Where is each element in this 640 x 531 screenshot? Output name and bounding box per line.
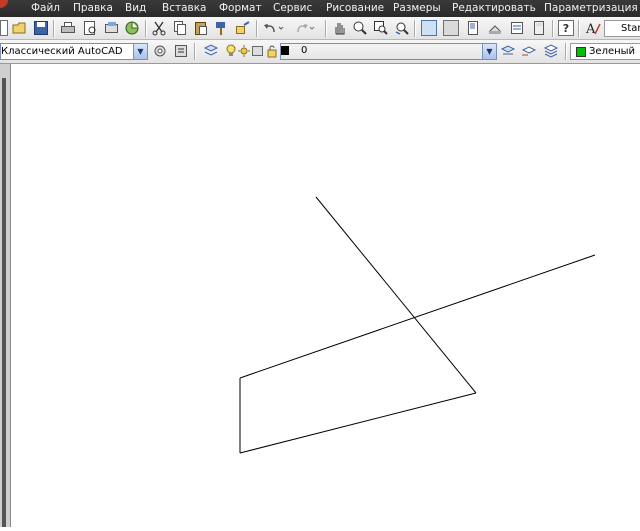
open-icon[interactable] xyxy=(12,20,28,36)
svg-text:A: A xyxy=(585,22,596,36)
publish-icon[interactable] xyxy=(104,20,120,36)
cut-icon[interactable] xyxy=(151,20,167,36)
match-properties-icon[interactable] xyxy=(214,20,230,36)
help-icon[interactable]: ? xyxy=(558,20,574,36)
menu-tools[interactable]: Сервис xyxy=(273,0,312,17)
menu-parametric[interactable]: Параметризация xyxy=(544,0,638,17)
zoom-window-icon[interactable] xyxy=(373,20,389,36)
block-editor-icon[interactable] xyxy=(235,20,251,36)
standard-toolbar: ? A Stan xyxy=(0,17,640,40)
pan-icon[interactable] xyxy=(331,20,347,36)
layer-state-icon[interactable] xyxy=(543,43,559,59)
left-window-edge xyxy=(0,64,11,527)
drawing-svg xyxy=(239,196,596,454)
markup-icon[interactable] xyxy=(509,20,525,36)
tool-palettes-icon[interactable] xyxy=(465,20,481,36)
line-steep[interactable] xyxy=(315,196,477,394)
color-value: Зеленый xyxy=(589,46,636,57)
layer-properties-icon[interactable] xyxy=(203,43,219,59)
menu-modify[interactable]: Редактировать xyxy=(452,0,536,17)
redo-icon[interactable] xyxy=(294,20,316,36)
paste-icon[interactable] xyxy=(193,20,209,36)
print-icon[interactable] xyxy=(60,20,76,36)
line-long-diagonal[interactable] xyxy=(239,254,596,379)
customize-icon[interactable] xyxy=(173,43,189,59)
lightbulb-icon[interactable] xyxy=(225,43,237,59)
properties-icon[interactable] xyxy=(421,20,437,36)
save-icon[interactable] xyxy=(33,20,49,36)
text-style-field[interactable]: Stan xyxy=(604,20,640,37)
workspace-select[interactable]: Классический AutoCAD ▼ xyxy=(0,43,148,60)
chevron-down-icon[interactable]: ▼ xyxy=(133,44,147,59)
sheet-set-icon[interactable] xyxy=(487,20,503,36)
layer-select[interactable]: ▼ xyxy=(280,43,497,60)
menu-edit[interactable]: Правка xyxy=(73,0,113,17)
layer-previous-icon[interactable] xyxy=(521,43,537,59)
viewport-freeze-icon[interactable] xyxy=(251,43,265,59)
workspace-value: Классический AutoCAD xyxy=(1,46,123,57)
new-icon[interactable] xyxy=(0,20,8,36)
zoom-realtime-icon[interactable] xyxy=(352,20,368,36)
zoom-previous-icon[interactable] xyxy=(394,20,410,36)
undo-icon[interactable] xyxy=(262,20,284,36)
chevron-down-icon[interactable]: ▼ xyxy=(482,44,496,59)
color-swatch xyxy=(576,47,586,57)
3d-dwf-icon[interactable] xyxy=(124,20,140,36)
copy-icon[interactable] xyxy=(172,20,188,36)
calculator-icon[interactable] xyxy=(531,20,547,36)
text-style-value: Stan xyxy=(621,23,640,34)
menu-bar: Файл Правка Вид Вставка Формат Сервис Ри… xyxy=(0,0,640,17)
menu-draw[interactable]: Рисование xyxy=(326,0,384,17)
application-button[interactable] xyxy=(0,0,8,8)
line-bottom[interactable] xyxy=(239,392,477,454)
left-scroll-strip xyxy=(2,78,6,527)
menu-file[interactable]: Файл xyxy=(31,0,60,17)
workspace-settings-icon[interactable] xyxy=(152,43,168,59)
menu-insert[interactable]: Вставка xyxy=(162,0,207,17)
color-select[interactable]: Зеленый xyxy=(570,43,640,60)
lock-icon[interactable] xyxy=(266,43,278,59)
design-center-icon[interactable] xyxy=(443,20,459,36)
menu-format[interactable]: Формат xyxy=(219,0,262,17)
drawing-area[interactable] xyxy=(11,64,640,527)
plot-preview-icon[interactable] xyxy=(82,20,98,36)
menu-dimension[interactable]: Размеры xyxy=(393,0,441,17)
workspace-layer-toolbar: Классический AutoCAD ▼ 0 ▼ Зеленый xyxy=(0,40,640,64)
make-current-layer-icon[interactable] xyxy=(500,43,516,59)
menu-view[interactable]: Вид xyxy=(125,0,146,17)
text-style-icon[interactable]: A xyxy=(585,20,601,37)
sun-icon[interactable] xyxy=(238,43,250,59)
